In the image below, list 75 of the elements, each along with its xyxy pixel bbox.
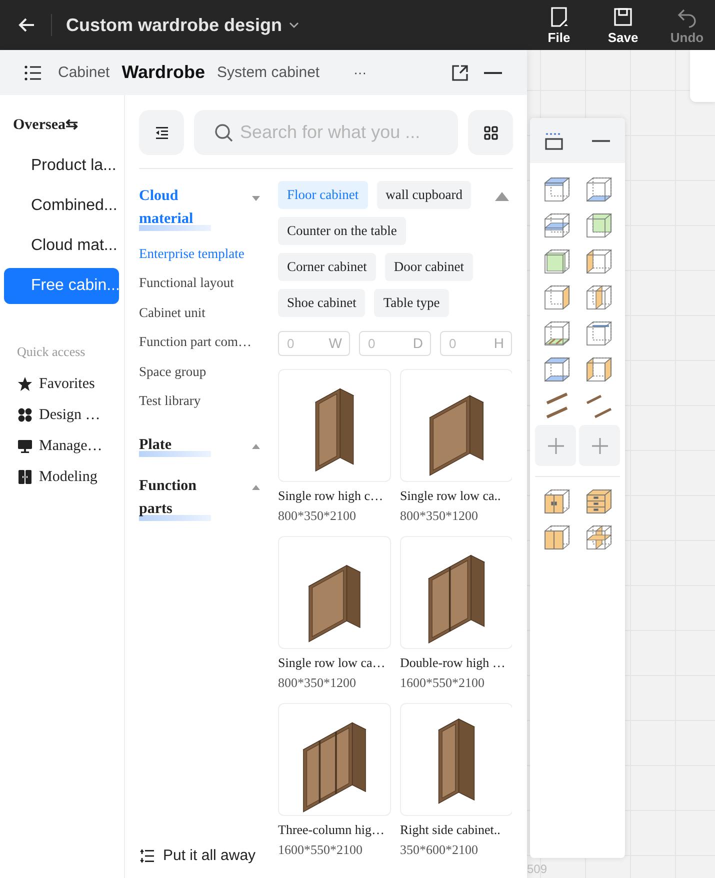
quick-access-item[interactable]: Favorites (17, 374, 95, 394)
cabinet-thumbnail[interactable] (278, 703, 391, 816)
category-tab[interactable]: System cabinet (217, 64, 320, 81)
category-item[interactable]: Cabinet unit (139, 298, 206, 328)
search-field[interactable]: Search for what you ... (194, 110, 458, 155)
collapse-all-icon (139, 848, 155, 864)
category-item[interactable]: Test library (139, 386, 201, 416)
more-menu[interactable]: ··· (354, 65, 367, 80)
filter-tag[interactable]: Corner cabinet (278, 253, 376, 281)
cabinet-thumbnail[interactable] (400, 369, 512, 482)
product-size: 800*350*1200 (400, 508, 479, 524)
library-title[interactable]: Oversea⇆ (13, 115, 124, 134)
filter-tag[interactable]: Shoe cabinet (278, 289, 366, 317)
cabinet-thumbnail[interactable] (400, 703, 512, 816)
category-item[interactable]: Functional layout (139, 268, 234, 298)
plus-icon (590, 436, 608, 454)
grid-icon (17, 407, 33, 423)
quick-access-item[interactable]: Modeling (17, 467, 98, 487)
star-icon (17, 376, 33, 392)
caret-up-icon[interactable] (251, 442, 261, 452)
list-icon[interactable] (24, 64, 42, 82)
toolbar-button[interactable]: Save (597, 6, 649, 44)
search-input[interactable]: Search for what you ... (240, 122, 455, 143)
product-name: Single row low ca… (278, 655, 386, 671)
canvas-card (690, 50, 715, 102)
document-icon (548, 6, 570, 28)
product-size: 800*350*1200 (278, 675, 357, 691)
cabinet-thumbnail[interactable] (278, 536, 391, 649)
caret-up-icon[interactable] (494, 190, 510, 202)
monitor-icon (17, 438, 33, 454)
collapse-icon (154, 124, 170, 140)
filter-tag[interactable]: Floor cabinet (278, 181, 368, 209)
product-name: Double-row high … (400, 655, 506, 671)
unit-label: H (494, 335, 504, 351)
save-icon (612, 6, 634, 28)
document-title: Custom wardrobe design (66, 14, 282, 36)
plus-icon (546, 436, 564, 454)
category-item[interactable]: Space group (139, 357, 206, 386)
filter-tag[interactable]: wall cupboard (376, 181, 472, 209)
product-size: 1600*550*2100 (400, 675, 486, 691)
product-name: Right side cabinet.. (400, 822, 502, 838)
library-item[interactable]: Product la... (4, 148, 119, 184)
product-size: 800*350*2100 (278, 508, 357, 524)
unit-label: D (412, 335, 423, 351)
wardrobe-icon (17, 469, 33, 485)
collapse-all-button[interactable]: Put it all away (139, 847, 278, 864)
product-name: Three-column hig… (278, 822, 386, 838)
product-name: Single row high c… (278, 488, 384, 504)
section-label: Quick access (17, 344, 86, 360)
caret-up-icon[interactable] (251, 483, 261, 493)
category-item[interactable]: Function part com… (139, 328, 252, 357)
grid-view-button[interactable] (468, 110, 513, 155)
caret-down-icon[interactable] (251, 193, 261, 203)
filter-tag[interactable]: Counter on the table (278, 217, 406, 245)
search-icon (214, 122, 234, 142)
library-item[interactable]: Free cabin... (4, 268, 119, 304)
library-item[interactable]: Combined... (4, 188, 119, 224)
quick-access-item[interactable]: Manage… (17, 436, 102, 456)
cabinet-thumbnail[interactable] (278, 369, 391, 482)
unit-label: W (328, 335, 342, 351)
collapse-list-button[interactable] (139, 110, 184, 155)
quick-access-item[interactable]: Design … (17, 405, 100, 425)
category-item[interactable]: Enterprise template (139, 239, 244, 268)
cabinet-thumbnail[interactable] (400, 536, 512, 649)
library-item[interactable]: Cloud mat... (4, 228, 119, 264)
category-tab[interactable]: Wardrobe (122, 62, 206, 83)
product-size: 1600*550*2100 (278, 842, 364, 858)
product-size: 350*600*2100 (400, 842, 479, 858)
filter-tag[interactable]: Table type (374, 289, 449, 317)
category-tab[interactable]: Cabinet (58, 64, 110, 81)
product-name: Single row low ca.. (400, 488, 502, 504)
pop-out-icon[interactable] (451, 64, 469, 82)
filter-tag[interactable]: Door cabinet (384, 253, 473, 281)
toolbar-button[interactable]: File (533, 6, 585, 44)
grid-icon (482, 124, 498, 140)
